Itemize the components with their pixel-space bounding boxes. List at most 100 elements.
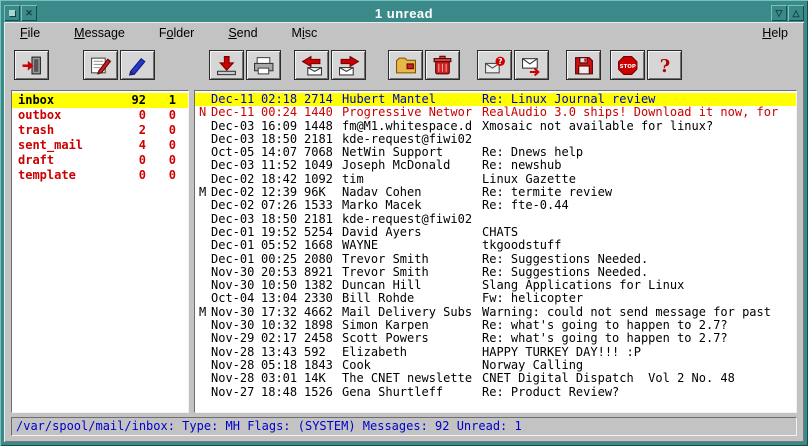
message-flag — [199, 173, 211, 186]
message-row[interactable]: NDec-1100:241440Progressive NetworRealAu… — [195, 106, 796, 119]
message-time: 11:52 — [261, 159, 304, 172]
message-time: 02:18 — [261, 93, 304, 106]
titlebar[interactable]: ✕ 1 unread ▽ △ — [4, 4, 804, 22]
message-size: 1049 — [304, 159, 342, 172]
message-time: 16:09 — [261, 120, 304, 133]
svg-text:STOP: STOP — [619, 63, 635, 69]
message-subject: Re: what's going to happen to 2.7? — [482, 319, 796, 332]
message-from: Mail Delivery Subs — [342, 306, 482, 319]
window-menu-button[interactable] — [4, 5, 20, 21]
message-size: 1382 — [304, 279, 342, 292]
folder-row-template[interactable]: template00 — [12, 168, 188, 183]
reply-icon — [300, 55, 324, 76]
message-row[interactable]: Dec-0218:421092timLinux Gazette — [195, 173, 796, 186]
message-subject — [482, 133, 796, 146]
message-row[interactable]: Nov-3020:538921Trevor SmithRe: Suggestio… — [195, 266, 796, 279]
message-row[interactable]: Nov-2803:0114KThe CNET newsletteCNET Dig… — [195, 372, 796, 385]
menu-misc[interactable]: Misc — [290, 24, 320, 42]
message-row[interactable]: Dec-0105:521668WAYNEtkgoodstuff — [195, 239, 796, 252]
stop-button[interactable]: STOP — [610, 50, 645, 80]
folder-row-draft[interactable]: draft00 — [12, 153, 188, 168]
folder-unread-count: 0 — [146, 138, 176, 153]
folder-row-outbox[interactable]: outbox00 — [12, 108, 188, 123]
menubar-right: Help — [760, 24, 790, 42]
message-date: Nov-30 — [211, 319, 261, 332]
message-row[interactable]: Dec-0100:252080Trevor SmithRe: Suggestio… — [195, 253, 796, 266]
message-time: 10:32 — [261, 319, 304, 332]
message-flag — [199, 199, 211, 212]
message-row[interactable]: Nov-3010:321898Simon KarpenRe: what's go… — [195, 319, 796, 332]
message-row[interactable]: Oct-0514:077068NetWin SupportRe: Dnews h… — [195, 146, 796, 159]
message-row[interactable]: Nov-3010:501382Duncan HillSlang Applicat… — [195, 279, 796, 292]
message-row[interactable]: Nov-2902:172458Scott PowersRe: what's go… — [195, 332, 796, 345]
message-row[interactable]: MNov-3017:324662Mail Delivery SubsWarnin… — [195, 306, 796, 319]
folder-unread-count: 0 — [146, 123, 176, 138]
forward-button[interactable] — [331, 50, 366, 80]
message-from: Joseph McDonald — [342, 159, 482, 172]
help-button[interactable]: ? — [647, 50, 682, 80]
compose-button[interactable] — [83, 50, 118, 80]
retrieve-mail-button[interactable] — [209, 50, 244, 80]
menu-send[interactable]: Send — [226, 24, 259, 42]
folder-row-inbox[interactable]: inbox921 — [12, 93, 188, 108]
message-date: Oct-04 — [211, 292, 261, 305]
message-row[interactable]: Nov-2805:181843CookNorway Calling — [195, 359, 796, 372]
message-size: 1526 — [304, 386, 342, 399]
message-date: Nov-29 — [211, 332, 261, 345]
message-date: Dec-03 — [211, 133, 261, 146]
message-row[interactable]: Dec-0318:502181kde-request@fiwi02 — [195, 133, 796, 146]
message-row[interactable]: Dec-0311:521049Joseph McDonaldRe: newshu… — [195, 159, 796, 172]
message-from: tim — [342, 173, 482, 186]
trash-icon — [431, 55, 455, 76]
message-subject: Fw: helicopter — [482, 292, 796, 305]
triangle-down-icon: ▽ — [776, 9, 783, 18]
folder-row-trash[interactable]: trash20 — [12, 123, 188, 138]
message-row[interactable]: Dec-0119:525254David AyersCHATS — [195, 226, 796, 239]
message-time: 12:39 — [261, 186, 304, 199]
message-flag — [199, 319, 211, 332]
message-date: Oct-05 — [211, 146, 261, 159]
folder-list: inbox921outbox00trash20sent_mail40draft0… — [11, 90, 189, 413]
message-row[interactable]: Dec-1102:182714Hubert MantelRe: Linux Jo… — [195, 93, 796, 106]
message-subject: Re: Linux Journal review — [482, 93, 796, 106]
close-button[interactable]: ✕ — [21, 5, 37, 21]
iconify-button[interactable]: ▽ — [771, 5, 787, 21]
exit-button[interactable] — [14, 50, 49, 80]
message-flag: N — [199, 106, 211, 119]
message-from: NetWin Support — [342, 146, 482, 159]
message-flag — [199, 159, 211, 172]
message-from: David Ayers — [342, 226, 482, 239]
menu-help[interactable]: Help — [760, 24, 790, 42]
menu-folder[interactable]: Folder — [157, 24, 196, 42]
message-row[interactable]: Dec-0316:091448fm@M1.whitespace.dXmosaic… — [195, 120, 796, 133]
message-row[interactable]: Dec-0318:502181kde-request@fiwi02 — [195, 213, 796, 226]
message-subject: RealAudio 3.0 ships! Download it now, fo… — [482, 106, 796, 119]
menu-file[interactable]: File — [18, 24, 42, 42]
folder-row-sent_mail[interactable]: sent_mail40 — [12, 138, 188, 153]
message-time: 00:25 — [261, 253, 304, 266]
send-mail-button[interactable] — [514, 50, 549, 80]
folders-button[interactable] — [388, 50, 423, 80]
send-mail-icon — [520, 55, 544, 76]
message-row[interactable]: Nov-2718:481526Gena ShurtleffRe: Product… — [195, 386, 796, 399]
message-flag — [199, 292, 211, 305]
print-button[interactable] — [246, 50, 281, 80]
trash-button[interactable] — [425, 50, 460, 80]
check-mail-button[interactable]: ? — [477, 50, 512, 80]
message-row[interactable]: Oct-0413:042330Bill RohdeFw: helicopter — [195, 292, 796, 305]
reply-button[interactable] — [294, 50, 329, 80]
message-time: 20:53 — [261, 266, 304, 279]
message-row[interactable]: Dec-0207:261533Marko MacekRe: fte-0.44 — [195, 199, 796, 212]
message-row[interactable]: Nov-2813:43592ElizabethHAPPY TURKEY DAY!… — [195, 346, 796, 359]
message-row[interactable]: MDec-0212:3996KNadav CohenRe: termite re… — [195, 186, 796, 199]
svg-text:?: ? — [659, 55, 669, 75]
maximize-button[interactable]: △ — [788, 5, 804, 21]
message-subject: Re: Product Review? — [482, 386, 796, 399]
edit-button[interactable] — [120, 50, 155, 80]
menu-message[interactable]: Message — [72, 24, 127, 42]
message-subject: Slang Applications for Linux — [482, 279, 796, 292]
message-from: kde-request@fiwi02 — [342, 213, 482, 226]
save-button[interactable] — [566, 50, 601, 80]
check-mail-icon: ? — [483, 55, 507, 76]
message-date: Dec-01 — [211, 253, 261, 266]
